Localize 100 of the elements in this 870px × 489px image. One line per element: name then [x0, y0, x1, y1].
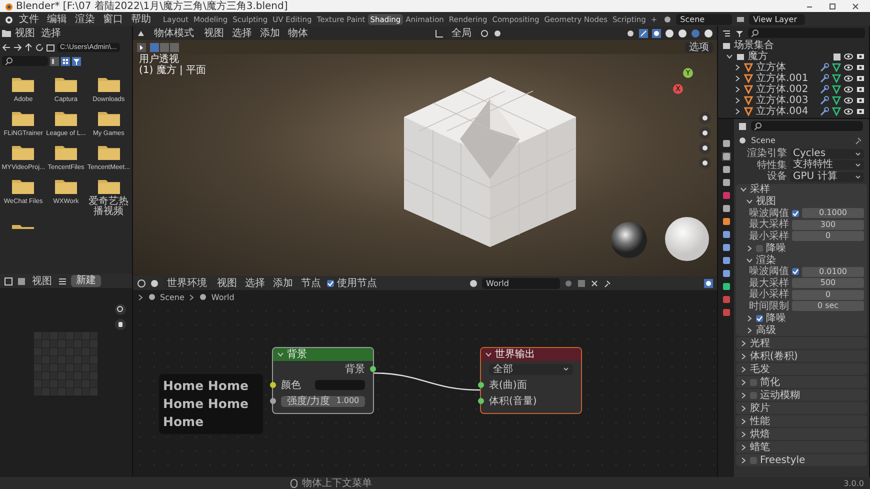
menu-item[interactable]: 选择: [39, 28, 63, 38]
breadcrumb[interactable]: Scene: [160, 292, 184, 302]
outliner-item[interactable]: 立方体.001: [756, 73, 817, 84]
socket[interactable]: [270, 398, 276, 404]
chevron-icon[interactable]: [746, 314, 753, 322]
panel-header[interactable]: 采样: [736, 184, 867, 196]
number-field[interactable]: 0 sec: [792, 301, 864, 312]
folder-icon[interactable]: [12, 178, 34, 194]
folder-icon[interactable]: [54, 110, 77, 126]
eye-icon[interactable]: [844, 96, 853, 105]
panel-header[interactable]: 烘焙: [736, 428, 867, 440]
panel-header[interactable]: 简化: [736, 376, 867, 388]
panel-header[interactable]: 蜡笔: [736, 441, 867, 453]
menu-item[interactable]: 渲染: [73, 14, 97, 24]
number-field[interactable]: 500: [792, 278, 864, 288]
dropdown[interactable]: 支持特性: [790, 160, 864, 170]
outliner-item[interactable]: 立方体.004: [756, 106, 817, 117]
socket[interactable]: [478, 398, 484, 404]
node-header[interactable]: 背景: [273, 348, 373, 361]
refresh-icon[interactable]: [35, 42, 44, 52]
checkbox[interactable]: [327, 280, 334, 286]
forward-arrow-icon[interactable]: [13, 42, 22, 52]
chevron-icon[interactable]: [746, 326, 753, 334]
panel-header[interactable]: 毛发: [736, 363, 867, 375]
eye-icon[interactable]: [844, 107, 853, 116]
panel-header[interactable]: 性能: [736, 415, 867, 427]
checkbox[interactable]: [792, 210, 799, 217]
menu-item[interactable]: 添加: [258, 28, 282, 38]
chevron-icon[interactable]: [734, 97, 741, 104]
socket[interactable]: [370, 366, 376, 372]
target-dropdown[interactable]: 全部: [489, 364, 573, 374]
filter-icon[interactable]: [72, 56, 81, 66]
wrench-icon[interactable]: [820, 96, 829, 105]
pin-icon[interactable]: [854, 136, 863, 145]
outliner-item[interactable]: 立方体.003: [756, 95, 817, 106]
search-field[interactable]: [748, 28, 865, 38]
chevron-icon[interactable]: [740, 430, 747, 438]
checkbox[interactable]: [750, 378, 757, 386]
outliner-item[interactable]: 立方体.002: [756, 84, 817, 95]
menu-item[interactable]: 编辑: [45, 14, 69, 24]
chevron-icon[interactable]: [746, 198, 753, 205]
menu-item[interactable]: 文件: [17, 14, 41, 24]
chevron-icon[interactable]: [740, 392, 747, 398]
wrench-icon[interactable]: [820, 85, 829, 94]
panel-header[interactable]: 体积(卷积): [736, 350, 867, 362]
panel-header[interactable]: 光程: [736, 337, 867, 349]
panel-header[interactable]: 胶片: [736, 402, 867, 414]
chevron-icon[interactable]: [740, 352, 747, 360]
menu-item[interactable]: 视图: [202, 28, 226, 38]
maximize-icon[interactable]: [828, 2, 837, 10]
chevron-icon[interactable]: [740, 456, 747, 464]
number-field[interactable]: 300: [792, 220, 864, 230]
world-output-node[interactable]: 世界输出 全部 表(曲)面 体积(音量): [480, 347, 582, 414]
chevron-icon[interactable]: [734, 108, 741, 115]
back-arrow-icon[interactable]: [2, 42, 11, 52]
strength-field[interactable]: 强度/力度 1.000: [281, 396, 365, 406]
outliner-item[interactable]: 魔方: [748, 51, 830, 62]
menu-item[interactable]: 视图: [30, 276, 54, 286]
chevron-icon[interactable]: [740, 444, 747, 450]
number-field[interactable]: 0: [792, 290, 864, 300]
checkbox[interactable]: [756, 314, 763, 322]
folder-icon[interactable]: [98, 144, 120, 160]
folder-icon[interactable]: [2, 29, 11, 37]
folder-icon[interactable]: [54, 76, 77, 92]
chevron-icon[interactable]: [746, 244, 753, 252]
breadcrumb[interactable]: World: [211, 292, 234, 302]
chevron-icon[interactable]: [740, 186, 747, 193]
panel-header[interactable]: Freestyle: [736, 454, 867, 466]
chevron-icon[interactable]: [485, 351, 492, 358]
checkbox[interactable]: [750, 392, 757, 398]
up-arrow-icon[interactable]: [24, 42, 33, 52]
panel-header[interactable]: 视图: [736, 196, 867, 208]
panel-header[interactable]: 降噪: [736, 312, 867, 324]
pin-icon[interactable]: [603, 278, 612, 288]
dropdown[interactable]: GPU 计算: [790, 172, 864, 182]
folder-icon[interactable]: [98, 110, 120, 126]
folder-icon[interactable]: [12, 223, 34, 229]
menu-item[interactable]: 视图: [215, 278, 239, 288]
folder-icon[interactable]: [12, 76, 34, 92]
folder-icon[interactable]: [12, 144, 34, 160]
panel-header[interactable]: 高级: [736, 324, 867, 336]
socket[interactable]: [270, 382, 276, 388]
chevron-icon[interactable]: [740, 404, 747, 412]
socket[interactable]: [478, 382, 484, 388]
checkbox-label[interactable]: 使用节点: [337, 278, 377, 288]
chevron-icon[interactable]: [734, 75, 741, 82]
menu-item[interactable]: 物体: [286, 28, 310, 38]
folder-icon[interactable]: [12, 110, 34, 126]
list-view-icon[interactable]: [50, 56, 59, 66]
wrench-icon[interactable]: [820, 74, 829, 83]
wrench-icon[interactable]: [820, 63, 829, 72]
folder-icon[interactable]: [54, 144, 77, 160]
chevron-icon[interactable]: [740, 378, 747, 386]
node-header[interactable]: 世界输出: [481, 348, 581, 361]
world-field[interactable]: World: [482, 278, 560, 288]
menu-item[interactable]: 帮助: [129, 14, 153, 24]
outliner-item[interactable]: 立方体: [756, 62, 817, 73]
checkbox[interactable]: [792, 268, 799, 276]
menu-icon[interactable]: [58, 276, 67, 286]
close-icon[interactable]: [851, 2, 860, 10]
